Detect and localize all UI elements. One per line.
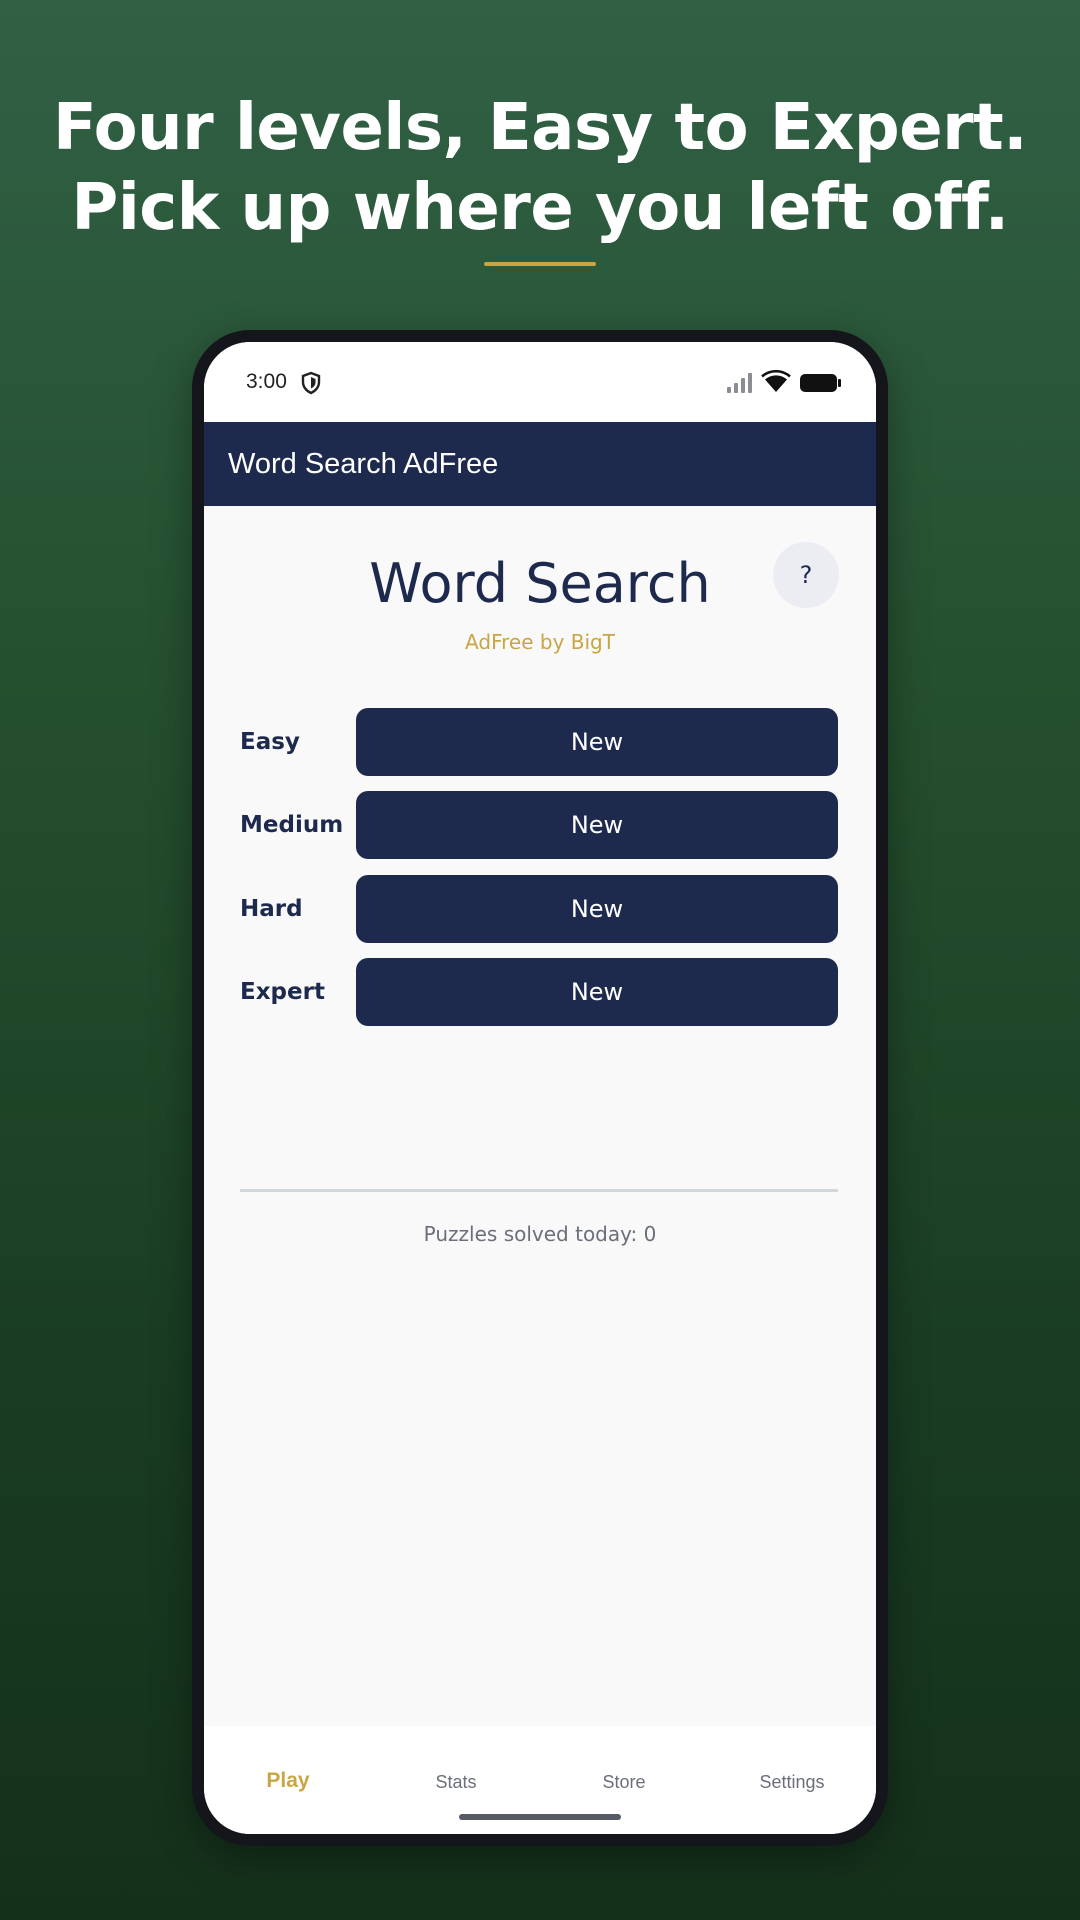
headline-line-2: Pick up where you left off. bbox=[71, 171, 1009, 245]
page-subtitle: AdFree by BigT bbox=[465, 630, 615, 654]
level-row-medium: Medium New bbox=[240, 791, 840, 859]
new-medium-button[interactable]: New bbox=[356, 791, 838, 859]
headline-line-1: Four levels, Easy to Expert. bbox=[52, 91, 1028, 165]
marketing-headline: Four levels, Easy to Expert. Pick up whe… bbox=[0, 88, 1080, 248]
nav-tab-store[interactable]: Store bbox=[540, 1772, 708, 1793]
level-row-hard: Hard New bbox=[240, 875, 840, 943]
status-bar: 3:00 bbox=[204, 342, 876, 422]
status-time: 3:00 bbox=[246, 370, 287, 393]
nav-tab-stats[interactable]: Stats bbox=[372, 1772, 540, 1793]
new-hard-button[interactable]: New bbox=[356, 875, 838, 943]
level-row-expert: Expert New bbox=[240, 958, 840, 1026]
level-label: Expert bbox=[240, 979, 325, 1005]
puzzles-solved-text: Puzzles solved today: 0 bbox=[423, 1222, 657, 1246]
shield-icon bbox=[301, 371, 321, 395]
phone-screen: 3:00 Word Search AdFree Word Search AdFr… bbox=[204, 342, 876, 1834]
battery-icon bbox=[800, 374, 841, 392]
app-bar-title: Word Search AdFree bbox=[228, 448, 499, 480]
level-row-easy: Easy New bbox=[240, 708, 840, 776]
divider bbox=[240, 1189, 838, 1192]
wifi-icon bbox=[761, 370, 791, 392]
signal-icon bbox=[727, 373, 752, 393]
level-label: Medium bbox=[240, 812, 344, 838]
level-label: Easy bbox=[240, 729, 300, 755]
phone-frame: 3:00 Word Search AdFree Word Search AdFr… bbox=[192, 330, 888, 1846]
level-label: Hard bbox=[240, 896, 303, 922]
headline-underline bbox=[484, 262, 596, 266]
main-content: Word Search AdFree by BigT ? Easy New Me… bbox=[204, 506, 876, 1726]
new-expert-button[interactable]: New bbox=[356, 958, 838, 1026]
help-button[interactable]: ? bbox=[773, 542, 839, 608]
home-indicator[interactable] bbox=[459, 1814, 621, 1820]
app-bar: Word Search AdFree bbox=[204, 422, 876, 506]
nav-tab-play[interactable]: Play bbox=[204, 1769, 372, 1793]
nav-tab-settings[interactable]: Settings bbox=[708, 1772, 876, 1793]
new-easy-button[interactable]: New bbox=[356, 708, 838, 776]
